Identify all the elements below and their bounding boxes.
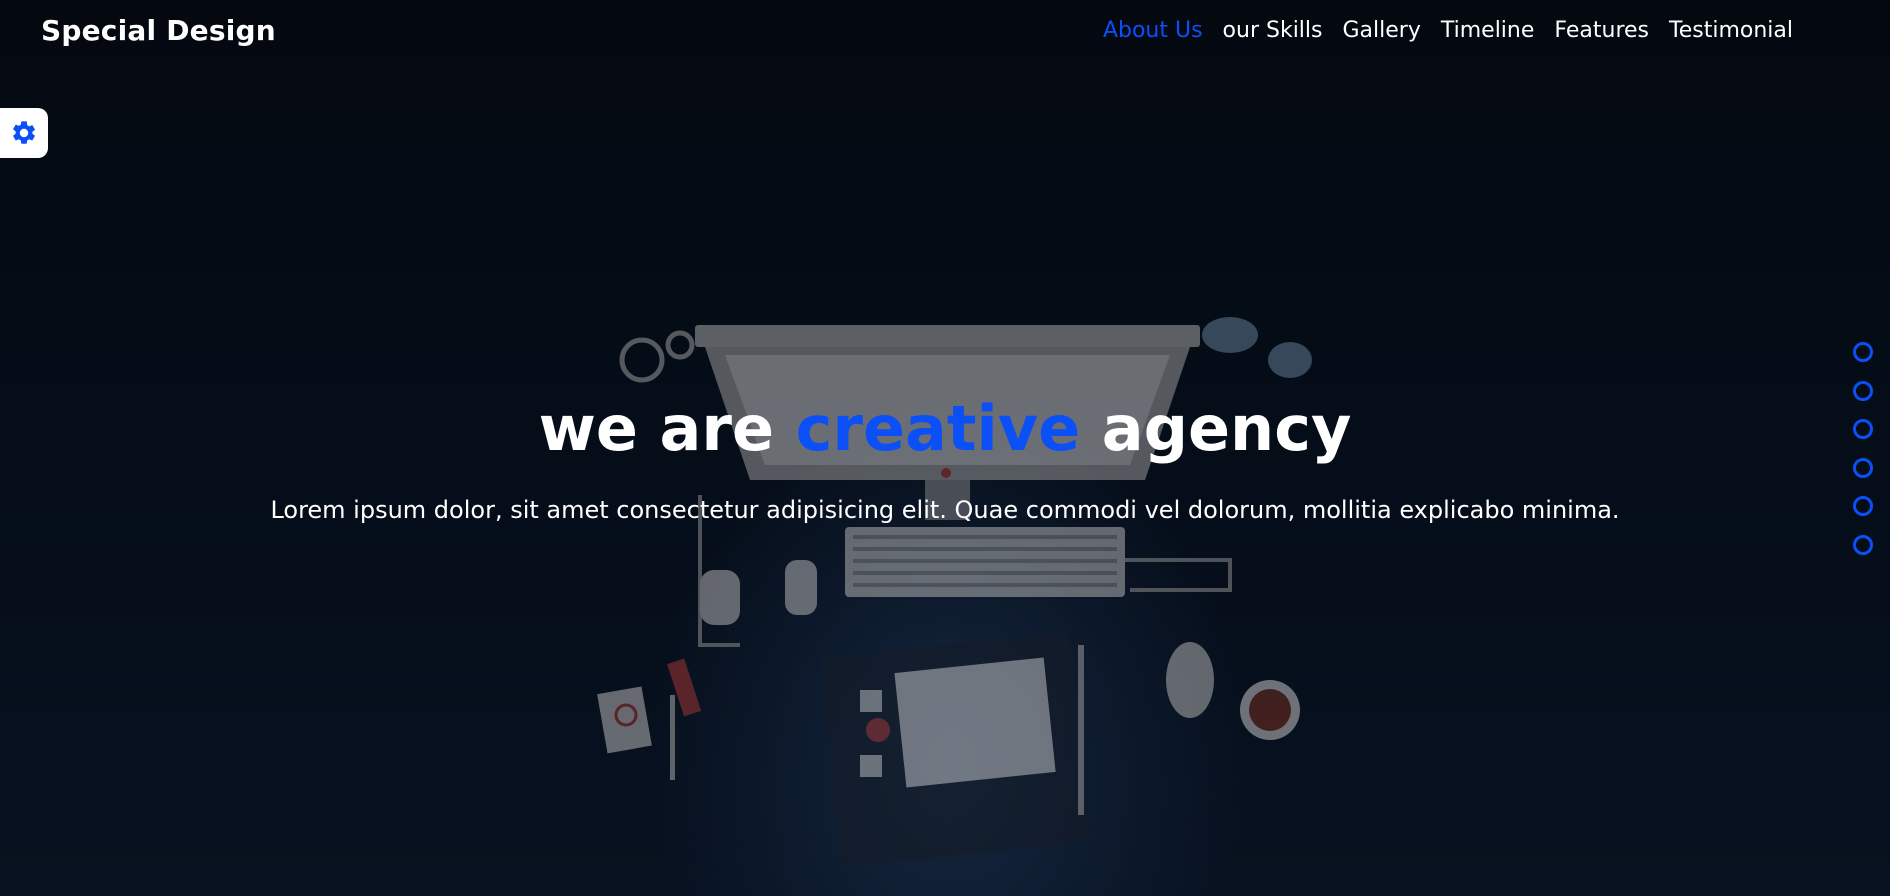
bullet-6[interactable] [1853,534,1873,555]
hero-title-part2: agency [1101,392,1352,465]
settings-toggle-button[interactable] [0,108,48,158]
gear-icon [13,121,35,144]
site-logo[interactable]: Special Design [41,14,276,47]
hero-title: we are creative agency [0,388,1890,470]
hero-title-part1: we are [538,392,775,465]
hero-title-accent: creative [795,392,1081,465]
nav-item-features[interactable]: Features [1544,16,1659,46]
nav-item-gallery[interactable]: Gallery [1333,16,1431,46]
nav-item-timeline[interactable]: Timeline [1431,16,1545,46]
nav-item-about-us[interactable]: About Us [1093,16,1213,46]
nav-item-our-skills[interactable]: our Skills [1213,16,1333,46]
hero-subtitle: Lorem ipsum dolor, sit amet consectetur … [270,496,1620,524]
main-nav: About Us our Skills Gallery Timeline Fea… [1093,16,1803,46]
nav-item-testimonial[interactable]: Testimonial [1659,16,1803,46]
bullet-1[interactable] [1853,342,1873,362]
